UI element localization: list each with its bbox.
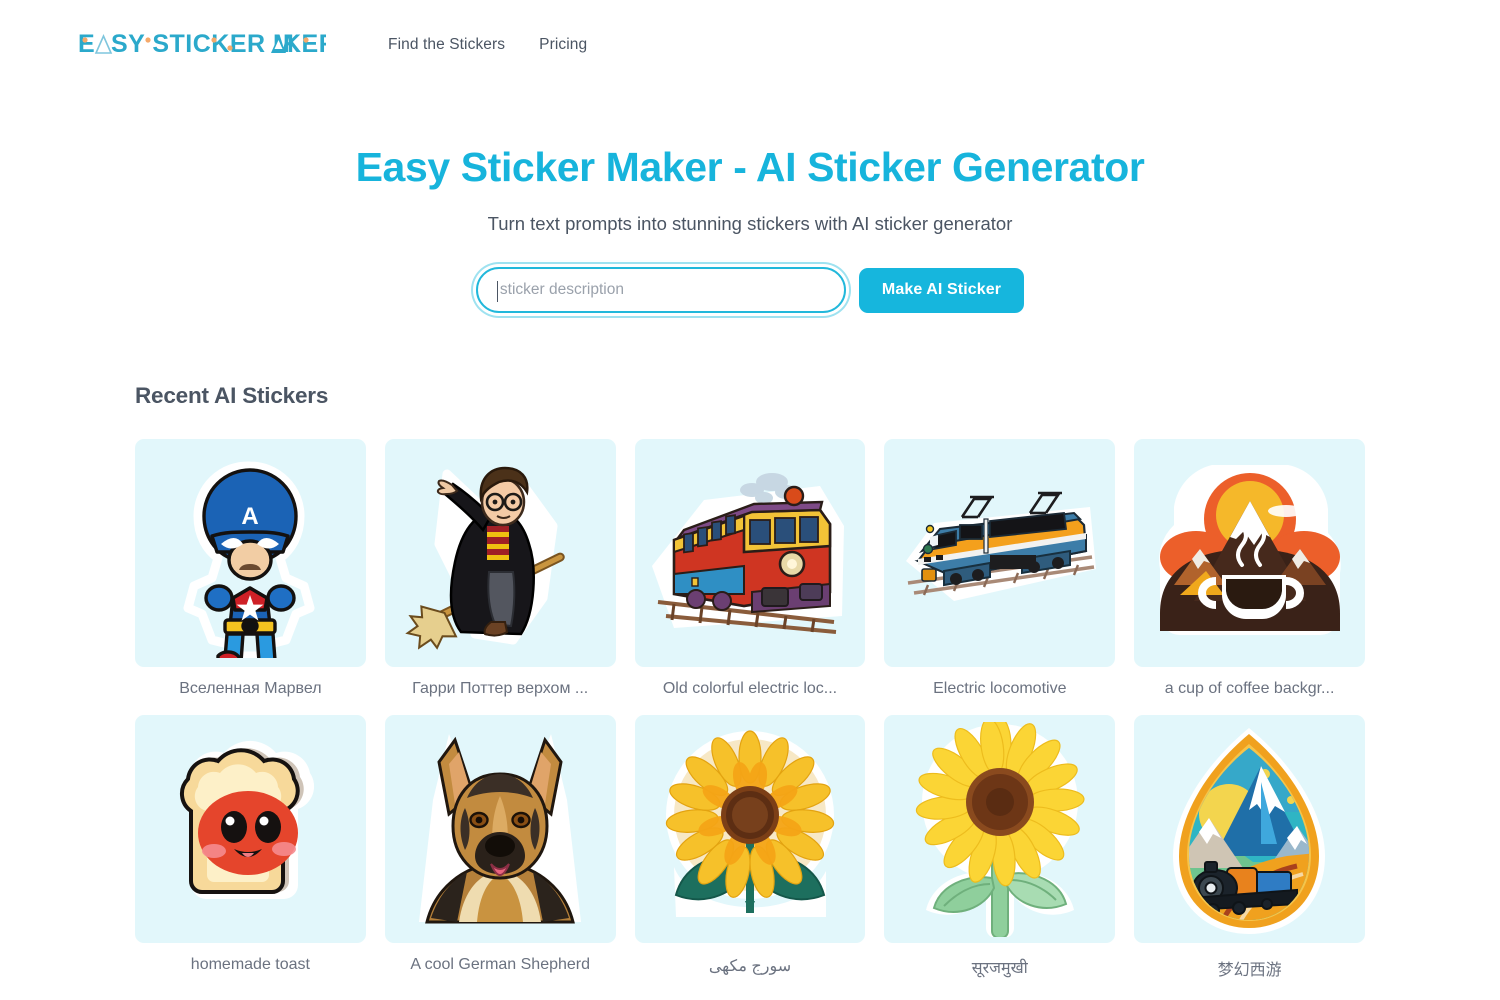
hero-section: Easy Sticker Maker - AI Sticker Generato… (0, 88, 1500, 314)
sticker-thumbnail[interactable]: A (135, 439, 366, 668)
sticker-caption: سورج مکھی (708, 958, 792, 976)
sticker-caption: 梦幻西游 (1217, 962, 1282, 980)
toast-sticker-icon (180, 740, 315, 899)
text-caret (496, 281, 498, 303)
sticker-card[interactable]: سورج مکھی (634, 715, 866, 980)
sticker-thumbnail[interactable] (1134, 439, 1365, 668)
sticker-card[interactable]: Electric locomotive (884, 439, 1116, 698)
sticker-card[interactable]: Old colorful electric loc... (634, 439, 866, 698)
svg-text:E: E (78, 31, 95, 57)
svg-text:A: A (242, 503, 259, 530)
sticker-thumbnail[interactable] (634, 715, 866, 944)
sticker-caption: homemade toast (190, 956, 310, 974)
sticker-thumbnail[interactable] (135, 715, 366, 944)
nav-item-pricing[interactable]: Pricing (539, 36, 587, 54)
sticker-caption: Old colorful electric loc... (662, 680, 838, 698)
electric-locomotive-sticker-icon (905, 491, 1096, 602)
sticker-description-input[interactable] (477, 281, 844, 300)
site-header: E SY STICKER M KER Find the Stickers Pri… (0, 0, 1500, 88)
sticker-thumbnail[interactable] (884, 715, 1116, 944)
german-shepherd-sticker-icon (419, 733, 582, 924)
sticker-caption: Гарри Поттер верхом ... (412, 680, 589, 698)
old-colorful-electric-locomotive-sticker-icon (651, 472, 844, 634)
sticker-prompt-form: Make AI Sticker (0, 267, 1500, 314)
section-heading: Recent AI Stickers (135, 383, 329, 409)
sticker-card[interactable]: Гарри Поттер верхом ... (384, 439, 616, 698)
sticker-card[interactable]: a cup of coffee backgr... (1134, 439, 1365, 698)
sticker-thumbnail[interactable] (634, 439, 866, 668)
hero-subtitle: Turn text prompts into stunning stickers… (487, 213, 1013, 235)
brand-logo[interactable]: E SY STICKER M KER (78, 31, 326, 57)
sticker-thumbnail[interactable] (884, 439, 1116, 668)
recent-stickers-section: Recent AI Stickers A Вселенная Марвел Га… (0, 383, 1500, 980)
sticker-grid: A Вселенная Марвел Гарри Поттер верхом .… (135, 439, 1365, 980)
sticker-thumbnail[interactable] (384, 715, 616, 944)
make-ai-sticker-button[interactable]: Make AI Sticker (858, 267, 1025, 313)
sticker-card[interactable]: 梦幻西游 (1134, 715, 1365, 980)
sticker-caption: A cool German Shepherd (410, 956, 591, 974)
sticker-card[interactable]: सूरजमुखी (884, 715, 1116, 980)
sticker-thumbnail[interactable] (1134, 715, 1365, 944)
sticker-card[interactable]: A Вселенная Марвел (135, 439, 366, 698)
sticker-description-input-wrapper[interactable] (475, 267, 846, 314)
captain-america-sticker-icon: A (183, 461, 315, 659)
sticker-thumbnail[interactable] (384, 439, 616, 668)
logo-wordmark-icon: E SY STICKER M KER (78, 31, 326, 57)
nav-item-find-the-stickers[interactable]: Find the Stickers (388, 36, 505, 54)
sticker-card[interactable]: A cool German Shepherd (384, 715, 616, 980)
sticker-caption: Electric locomotive (933, 680, 1067, 698)
svg-text:SY STICKER M: SY STICKER M (111, 31, 294, 57)
sticker-caption: Вселенная Марвел (179, 680, 322, 698)
sunflower-leaves-sticker-icon (665, 730, 835, 917)
harry-potter-sticker-icon (404, 466, 565, 650)
svg-text:KER: KER (283, 31, 326, 57)
sticker-caption: a cup of coffee backgr... (1164, 680, 1335, 698)
page-title: Easy Sticker Maker - AI Sticker Generato… (355, 144, 1145, 190)
mountain-train-badge-sticker-icon (1173, 727, 1326, 934)
sunflower-stem-sticker-icon (915, 721, 1085, 937)
main-nav: Find the Stickers Pricing (388, 34, 587, 54)
sticker-caption: सूरजमुखी (971, 960, 1028, 978)
sticker-card[interactable]: homemade toast (135, 715, 366, 980)
coffee-mountain-sticker-icon (1158, 465, 1341, 636)
